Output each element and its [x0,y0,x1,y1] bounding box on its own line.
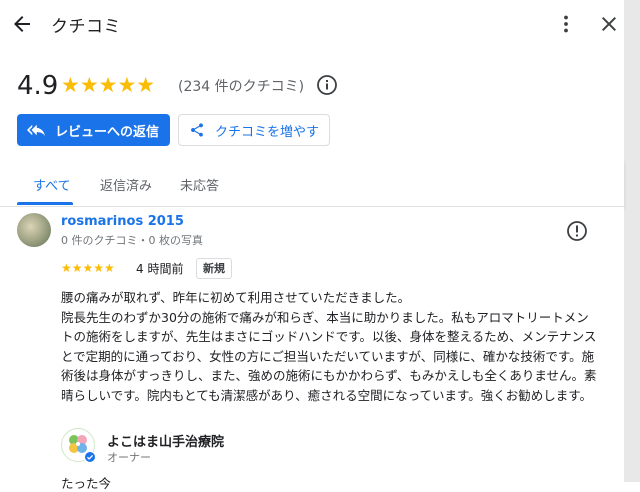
review-card: rosmarinos 2015 0 件のクチコミ・0 枚の写真 ★★★★★ 4 … [0,207,624,491]
review-time: 4 時間前 [136,262,184,276]
owner-avatar [61,428,96,463]
verified-icon [84,451,96,463]
info-icon [317,75,337,95]
page-title: クチコミ [51,17,121,37]
close-icon [602,17,616,31]
owner-role: オーナー [107,451,151,464]
review-stars: ★★★★★ [61,261,115,275]
more-options-button[interactable] [554,12,578,36]
reply-to-reviews-button[interactable]: レビューへの返信 [17,114,170,146]
owner-reply-preview: たった今 [61,476,112,491]
report-review-button[interactable] [566,220,588,242]
avatar[interactable] [17,213,51,247]
reply-icon [27,124,45,136]
review-author-meta: 0 件のクチコミ・0 枚の写真 [61,234,203,247]
tab-unanswered[interactable]: 未応答 [180,175,219,194]
active-tab-indicator [17,202,73,205]
share-icon [191,123,203,137]
owner-name: よこはま山手治療院 [107,435,225,450]
header: クチコミ [0,0,624,48]
tab-replied[interactable]: 返信済み [100,175,152,194]
get-more-reviews-button[interactable]: クチコミを増やす [178,114,330,146]
background-page [624,0,640,482]
close-button[interactable] [597,12,621,36]
share-button-label: クチコミを増やす [215,124,320,140]
info-button[interactable] [316,74,338,96]
more-vert-icon [564,15,568,33]
back-button[interactable] [10,12,34,36]
review-tabs: すべて 返信済み 未応答 [0,160,624,207]
flag-icon [567,221,587,241]
back-arrow-icon [14,16,30,32]
review-text: 腰の痛みが取れず、昨年に初めて利用させていただきました。 院長先生のわずか30分… [61,290,597,403]
review-author[interactable]: rosmarinos 2015 [61,214,184,229]
new-badge: 新規 [196,258,232,279]
reply-button-label: レビューへの返信 [55,124,160,140]
tab-all[interactable]: すべて [33,175,71,194]
rating-value: 4.9 [17,71,59,101]
rating-stars: ★★★★★ [61,73,156,97]
review-count: (234 件のクチコミ) [178,79,305,95]
